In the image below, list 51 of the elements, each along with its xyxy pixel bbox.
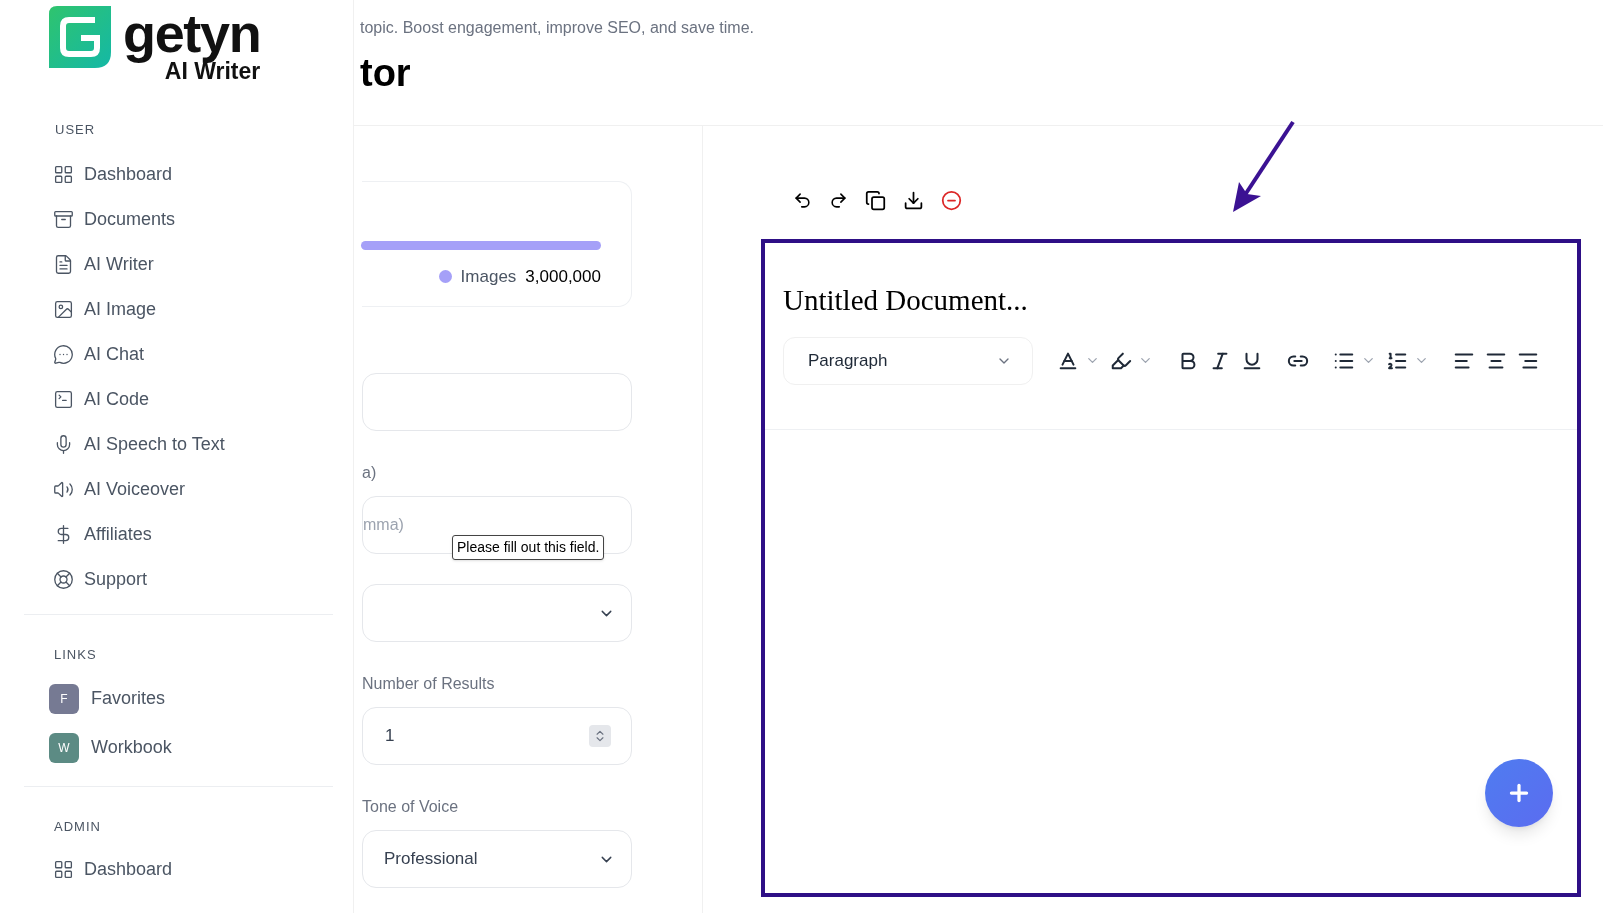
- document-icon: [53, 253, 74, 275]
- legend-value: 3,000,000: [525, 266, 601, 288]
- sidebar-item[interactable]: Dashboard: [24, 846, 333, 892]
- number-field[interactable]: 1: [362, 707, 632, 765]
- link-label: Workbook: [91, 736, 172, 759]
- image-icon: [53, 298, 74, 320]
- minus-circle-icon[interactable]: [941, 189, 962, 211]
- sidebar-link[interactable]: W Workbook: [24, 723, 333, 772]
- sidebar-item[interactable]: Affiliates: [0, 511, 353, 557]
- page-description: topic. Boost engagement, improve SEO, and save time.: [360, 18, 755, 38]
- redo-icon[interactable]: [829, 190, 848, 210]
- letter-avatar: W: [49, 732, 79, 763]
- archive-icon: [53, 208, 74, 230]
- select-field[interactable]: Professional: [362, 830, 632, 888]
- sidebar-item[interactable]: AI Image: [0, 286, 353, 332]
- sidebar-item[interactable]: AI Code: [0, 376, 353, 422]
- terminal-icon: [53, 388, 74, 410]
- spinner-icon[interactable]: [589, 725, 611, 747]
- lifebuoy-icon: [53, 568, 74, 590]
- sidebar-item[interactable]: Support: [0, 556, 353, 602]
- add-button[interactable]: [1485, 759, 1553, 827]
- grid-icon: [53, 858, 74, 880]
- sidebar-item[interactable]: Documents: [0, 196, 353, 242]
- grid-icon: [53, 163, 74, 185]
- chat-bubble-icon: [53, 343, 74, 365]
- input-field[interactable]: [362, 373, 632, 431]
- undo-icon[interactable]: [793, 190, 812, 210]
- sidebar-link[interactable]: F Favorites: [24, 674, 333, 723]
- logo-mark-icon: [49, 6, 111, 68]
- logo-subtitle: AI Writer: [164, 60, 261, 83]
- select-field[interactable]: [362, 584, 632, 642]
- validation-tooltip: Please fill out this field.: [452, 535, 605, 560]
- field-label: a): [362, 463, 378, 483]
- page-title: tor: [360, 54, 412, 92]
- document-title: Untitled Document...: [782, 283, 1029, 318]
- block-type-select[interactable]: Paragraph: [783, 336, 1033, 385]
- download-icon[interactable]: [903, 189, 924, 211]
- sidebar-item[interactable]: Dashboard: [0, 151, 353, 197]
- link-label: Favorites: [91, 687, 166, 710]
- copy-icon[interactable]: [865, 189, 886, 211]
- section-heading: LINKS: [53, 645, 98, 664]
- legend-label: Images: [460, 266, 517, 288]
- sidebar-item[interactable]: AI Speech to Text: [0, 421, 353, 467]
- sidebar-item[interactable]: AI Chat: [0, 331, 353, 377]
- section-heading: USER: [54, 121, 97, 139]
- letter-avatar: F: [49, 683, 79, 714]
- sidebar-item[interactable]: AI Voiceover: [0, 466, 353, 512]
- section-heading: ADMIN: [53, 818, 102, 836]
- field-label: Tone of Voice: [362, 797, 460, 817]
- sidebar-item[interactable]: AI Writer: [0, 241, 353, 287]
- field-label: Number of Results: [362, 674, 496, 694]
